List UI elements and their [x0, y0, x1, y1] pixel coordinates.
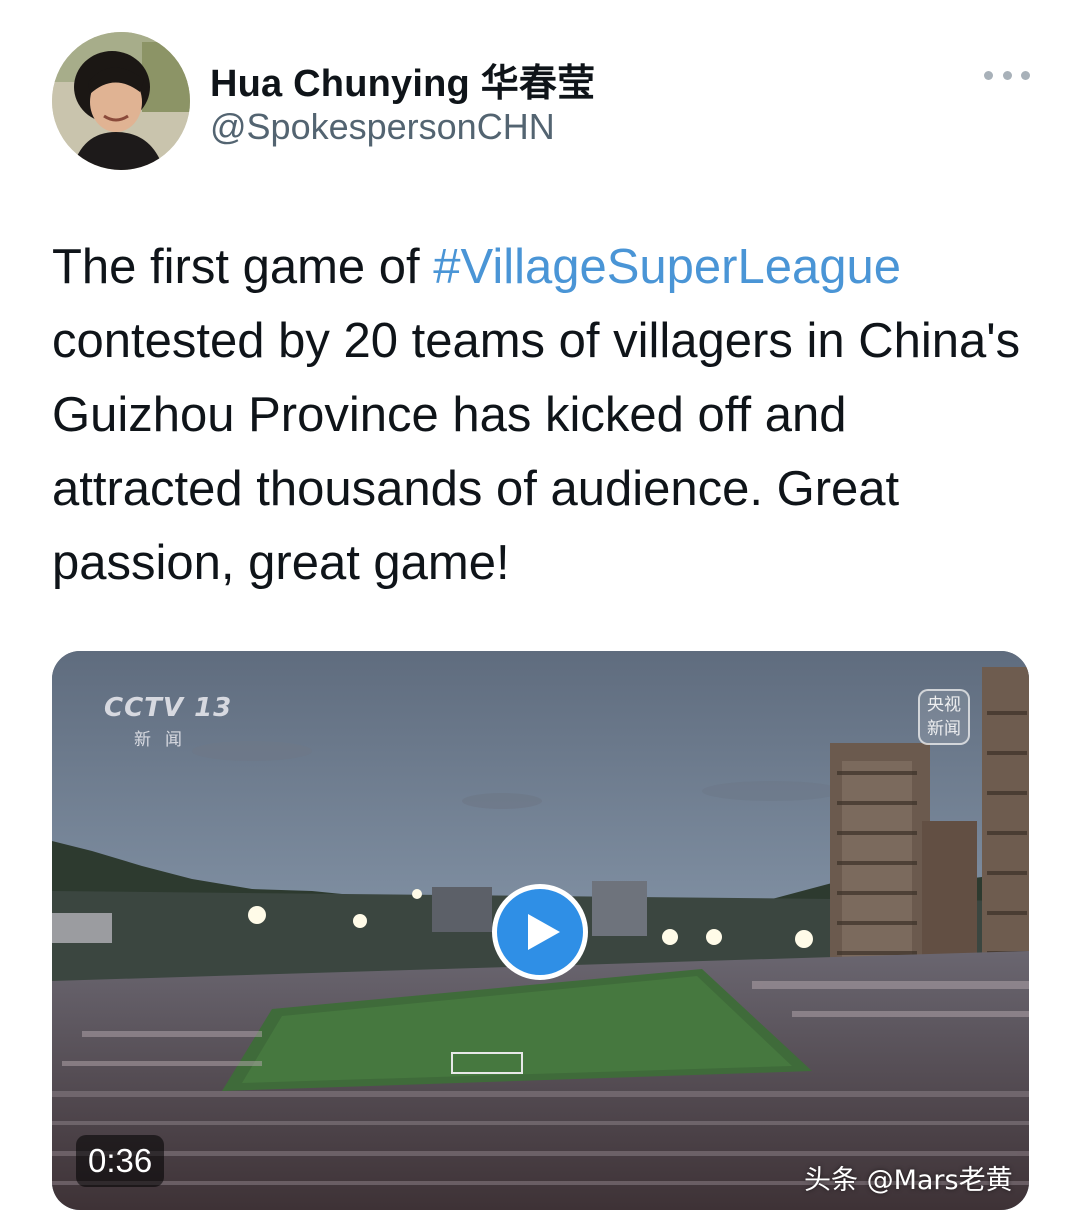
dot: [1002, 70, 1012, 80]
video-player[interactable]: CCTV 13 新闻 央视新闻 0:36 头条 @Mars老黄: [52, 651, 1029, 1210]
author-display-name[interactable]: Hua Chunying 华春莹: [210, 52, 595, 107]
dot: [1021, 70, 1030, 80]
video-duration: 0:36: [76, 1135, 165, 1187]
broadcaster-sub: 新闻: [134, 730, 196, 750]
play-button[interactable]: [492, 884, 588, 980]
author-avatar[interactable]: [52, 32, 190, 170]
author-handle[interactable]: @SpokespersonCHN: [210, 106, 555, 148]
broadcaster-logo: CCTV 13: [104, 693, 233, 723]
profile-photo-icon: [52, 32, 190, 170]
more-dots-icon[interactable]: [984, 60, 1030, 90]
tweet-card: Hua Chunying 华春莹 @SpokespersonCHN The fi…: [0, 0, 1074, 1221]
cctv-logo: CCTV 13 新闻: [104, 693, 232, 750]
tweet-text-before: The first game of: [52, 240, 434, 294]
play-icon: [527, 914, 560, 950]
hashtag-link[interactable]: #VillageSuperLeague: [433, 240, 901, 294]
toutiao-watermark: 头条 @Mars老黄: [804, 1165, 1013, 1196]
dot: [984, 70, 993, 80]
tweet-text: The first game of #VillageSuperLeague co…: [52, 230, 1042, 600]
tweet-text-after: contested by 20 teams of villagers in Ch…: [52, 314, 1021, 590]
cctv-news-bug: 央视新闻: [918, 689, 970, 745]
